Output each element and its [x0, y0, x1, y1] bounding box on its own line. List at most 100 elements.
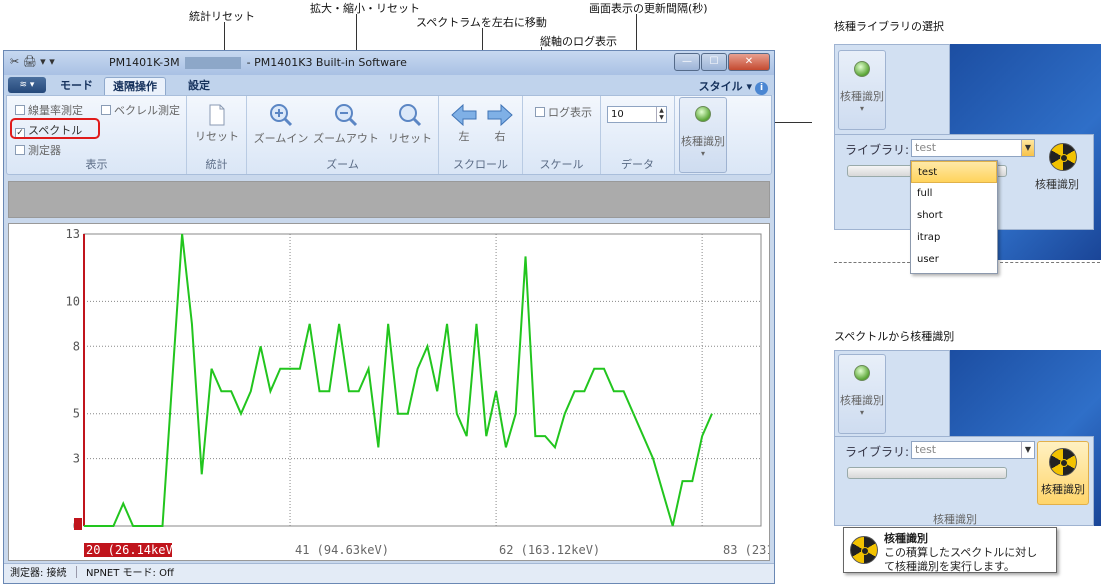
spectrum-chart: 0358101320 (26.14keV)41 (94.63keV)62 (16…: [8, 223, 824, 561]
refresh-interval-stepper[interactable]: 10 ▲ ▼: [607, 106, 667, 123]
app-menu-button[interactable]: ≋ ▾: [8, 77, 46, 93]
group-label: ズーム: [326, 158, 359, 171]
window-title-app: - PM1401K3 Built-in Software: [246, 56, 407, 69]
x-tick-label: 20 (26.14keV): [86, 543, 180, 557]
identify-tooltip: 核種識別 この積算したスペクトルに対し て核種識別を実行します。: [843, 527, 1057, 573]
group-label: 核種識別: [933, 513, 977, 526]
zoom-in-button[interactable]: ズームイン: [253, 102, 309, 146]
callout-log-axis: 縦軸のログ表示: [540, 35, 617, 48]
chevron-down-icon: ▾: [859, 104, 864, 113]
checkbox-box: [101, 105, 111, 115]
magnifier-icon: [399, 104, 422, 127]
divider: [834, 262, 910, 263]
tab-remote[interactable]: 遠隔操作: [104, 77, 166, 95]
x-tick-label: 62 (163.12keV): [499, 543, 600, 557]
device-status: 測定器: 接続: [10, 568, 67, 579]
callout-identify-from-spectrum: スペクトルから核種識別: [834, 330, 955, 343]
y-tick-label: 10: [66, 294, 80, 308]
tab-settings[interactable]: 設定: [180, 77, 218, 95]
title-bar: ✂ 🖨 ▾ ▾ PM1401K-3M - PM1401K3 Built-in S…: [4, 51, 774, 75]
group-label: 統計: [205, 158, 228, 171]
library-option[interactable]: itrap: [911, 227, 997, 249]
quick-access-toolbar[interactable]: ✂ 🖨 ▾ ▾: [10, 55, 55, 68]
scroll-left-label: 左: [458, 130, 470, 143]
checkbox-becquerel[interactable]: ベクレル測定: [101, 102, 180, 118]
checkbox-box: [535, 107, 545, 117]
library-option[interactable]: short: [911, 205, 997, 227]
library-select[interactable]: test ▼: [911, 441, 1035, 459]
zoom-reset-button[interactable]: リセット: [387, 102, 433, 146]
scroll-right-button[interactable]: 右: [485, 104, 515, 144]
close-button[interactable]: ✕: [728, 53, 770, 71]
zoom-out-button[interactable]: ズームアウト: [313, 102, 379, 146]
group-data: 10 ▲ ▼ データ: [601, 96, 675, 174]
checkbox-label: ベクレル測定: [114, 104, 180, 117]
radiation-icon: [850, 536, 878, 564]
zoom-in-icon: [270, 104, 293, 127]
library-label: ライブラリ:: [845, 143, 910, 157]
spectrum-highlight: [10, 118, 100, 139]
zoom-reset-label: リセット: [388, 132, 432, 145]
y-tick-label: 8: [73, 339, 80, 353]
library-option[interactable]: test: [911, 161, 997, 183]
x-tick-label: 41 (94.63keV): [295, 543, 389, 557]
indicator-icon: [854, 61, 870, 77]
library-select-value: test: [915, 443, 937, 456]
stats-reset-button[interactable]: リセット: [193, 104, 241, 144]
divider: [1000, 262, 1100, 263]
library-option[interactable]: full: [911, 183, 997, 205]
cursor-marker-flag: [74, 518, 82, 530]
identify-panel-button[interactable]: 核種識別 ▾: [838, 354, 886, 434]
stepper-arrows-icon[interactable]: ▲ ▼: [656, 107, 666, 122]
checkbox-log[interactable]: ログ表示: [535, 104, 592, 120]
identify-action-label: 核種識別: [1035, 178, 1079, 191]
indicator-icon: [854, 365, 870, 381]
radiation-icon: [1049, 143, 1077, 171]
group-label: スケール: [539, 158, 584, 171]
style-menu[interactable]: スタイル ▾ i: [699, 78, 768, 95]
y-tick-label: 13: [66, 227, 80, 241]
callout-library-select: 核種ライブラリの選択: [834, 20, 944, 33]
library-identify-button-label: 核種識別: [840, 90, 884, 103]
radiation-icon: [1049, 448, 1077, 476]
measurement-status-area: [8, 181, 770, 218]
help-icon[interactable]: i: [755, 82, 768, 95]
identify-panel-button-label: 核種識別: [840, 394, 884, 407]
maximize-button[interactable]: ☐: [701, 53, 727, 71]
refresh-interval-value: 10: [611, 109, 624, 120]
ribbon-tabs: ≋ ▾ モード 遠隔操作 設定 スタイル ▾ i: [4, 75, 774, 95]
y-tick-label: 3: [73, 452, 80, 466]
zoom-out-label: ズームアウト: [313, 132, 379, 145]
checkbox-dose-rate[interactable]: 線量率測定: [15, 102, 83, 118]
library-identify-button[interactable]: 核種識別 ▾: [838, 50, 886, 130]
group-stats: リセット 統計: [187, 96, 247, 174]
identify-action-highlighted[interactable]: 核種識別: [1037, 441, 1089, 505]
minimize-button[interactable]: —: [674, 53, 700, 71]
callout-stats-reset: 統計リセット: [189, 10, 255, 23]
indicator-icon: [695, 106, 711, 122]
ribbon: 線量率測定 ✓ スペクトル 測定器 ベクレル測定 表示 リセット 統計 ズームイン…: [6, 95, 772, 175]
window-title: PM1401K-3M - PM1401K3 Built-in Software: [109, 56, 407, 69]
group-scale: ログ表示 スケール: [523, 96, 601, 174]
checkbox-label: ログ表示: [548, 106, 592, 119]
dropdown-arrow-icon[interactable]: ▼: [1021, 140, 1034, 156]
zoom-in-label: ズームイン: [253, 132, 309, 145]
identify-label: 核種識別: [681, 135, 725, 148]
group-label: 表示: [85, 158, 108, 171]
scroll-right-label: 右: [494, 130, 506, 143]
stats-reset-label: リセット: [195, 130, 239, 143]
x-tick-label: 83 (231.62keV): [723, 543, 769, 557]
scroll-left-button[interactable]: 左: [449, 104, 479, 144]
identify-action[interactable]: 核種識別: [1035, 143, 1079, 192]
identify-button[interactable]: 核種識別 ▾: [679, 97, 727, 173]
arrow-left-icon: [451, 104, 477, 126]
group-zoom: ズームイン ズームアウト リセット ズーム: [247, 96, 439, 174]
window-controls: — ☐ ✕: [673, 53, 770, 71]
redacted-block: [185, 57, 242, 69]
dropdown-arrow-icon[interactable]: ▼: [1021, 442, 1034, 458]
library-select[interactable]: test ▼: [911, 139, 1035, 157]
tab-mode[interactable]: モード: [52, 77, 101, 95]
library-option[interactable]: user: [911, 249, 997, 271]
chevron-down-icon: ▾: [700, 149, 705, 158]
window-title-device: PM1401K-3M: [109, 56, 180, 69]
